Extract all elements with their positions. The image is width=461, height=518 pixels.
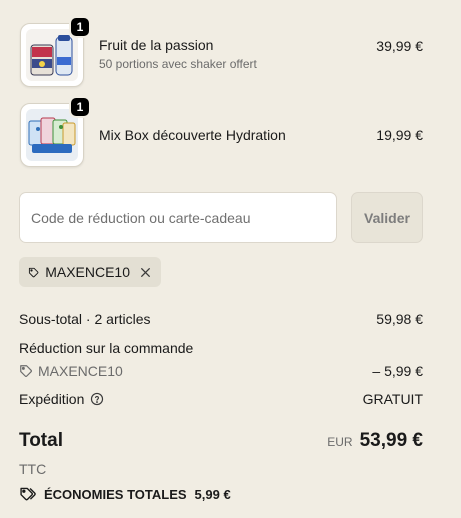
savings-label: ÉCONOMIES TOTALES bbox=[44, 486, 187, 502]
total-label: Total bbox=[19, 430, 63, 451]
total-row: Total EUR 53,99 € bbox=[19, 430, 423, 452]
product-thumbnail: 1 bbox=[20, 96, 91, 167]
quantity-badge: 1 bbox=[69, 96, 91, 118]
order-discount-label: Réduction sur la commande bbox=[19, 340, 194, 356]
total-savings: ÉCONOMIES TOTALES 5,99 € bbox=[19, 486, 231, 502]
product-price: 39,99 € bbox=[376, 38, 423, 54]
subtotal-value: 59,98 € bbox=[376, 311, 423, 327]
help-circle-icon[interactable] bbox=[90, 392, 109, 406]
tag-icon bbox=[28, 267, 39, 277]
shipping-label: Expédition bbox=[19, 391, 85, 407]
tag-icon bbox=[20, 365, 32, 377]
quantity-badge: 1 bbox=[69, 16, 91, 38]
savings-value: 5,99 € bbox=[194, 486, 231, 502]
order-discount-value: – 5,99 € bbox=[372, 363, 423, 379]
order-discount-code: MAXENCE10 bbox=[38, 363, 123, 379]
line-item: 1 Fruit de la passion 50 portions avec s… bbox=[20, 16, 423, 87]
order-discount-detail: MAXENCE10 – 5,99 € bbox=[19, 363, 423, 379]
subtotal-label: Sous-total · 2 articles bbox=[19, 311, 151, 327]
product-name: Mix Box découverte Hydration bbox=[99, 127, 286, 143]
close-icon[interactable] bbox=[139, 266, 152, 279]
order-discount-row: Réduction sur la commande bbox=[19, 340, 423, 356]
line-item: 1 Mix Box découverte Hydration 19,99 € bbox=[20, 96, 423, 167]
product-price: 19,99 € bbox=[376, 127, 423, 143]
total-value: 53,99 € bbox=[359, 430, 423, 451]
shipping-value: GRATUIT bbox=[362, 391, 423, 407]
applied-discount-chip: MAXENCE10 bbox=[19, 257, 161, 287]
product-variant: 50 portions avec shaker offert bbox=[99, 56, 257, 71]
tax-note: TTC bbox=[19, 461, 47, 477]
product-thumbnail: 1 bbox=[20, 16, 91, 87]
order-summary: 1 Fruit de la passion 50 portions avec s… bbox=[0, 0, 461, 518]
discount-code-label: MAXENCE10 bbox=[45, 264, 130, 280]
subtotal-row: Sous-total · 2 articles 59,98 € bbox=[19, 311, 423, 327]
discount-code-input[interactable] bbox=[19, 192, 337, 243]
currency-code: EUR bbox=[327, 435, 353, 449]
product-name: Fruit de la passion bbox=[99, 36, 214, 53]
shipping-row: Expédition GRATUIT bbox=[19, 391, 423, 407]
apply-discount-button[interactable]: Valider bbox=[351, 192, 423, 243]
tags-icon bbox=[20, 487, 36, 501]
